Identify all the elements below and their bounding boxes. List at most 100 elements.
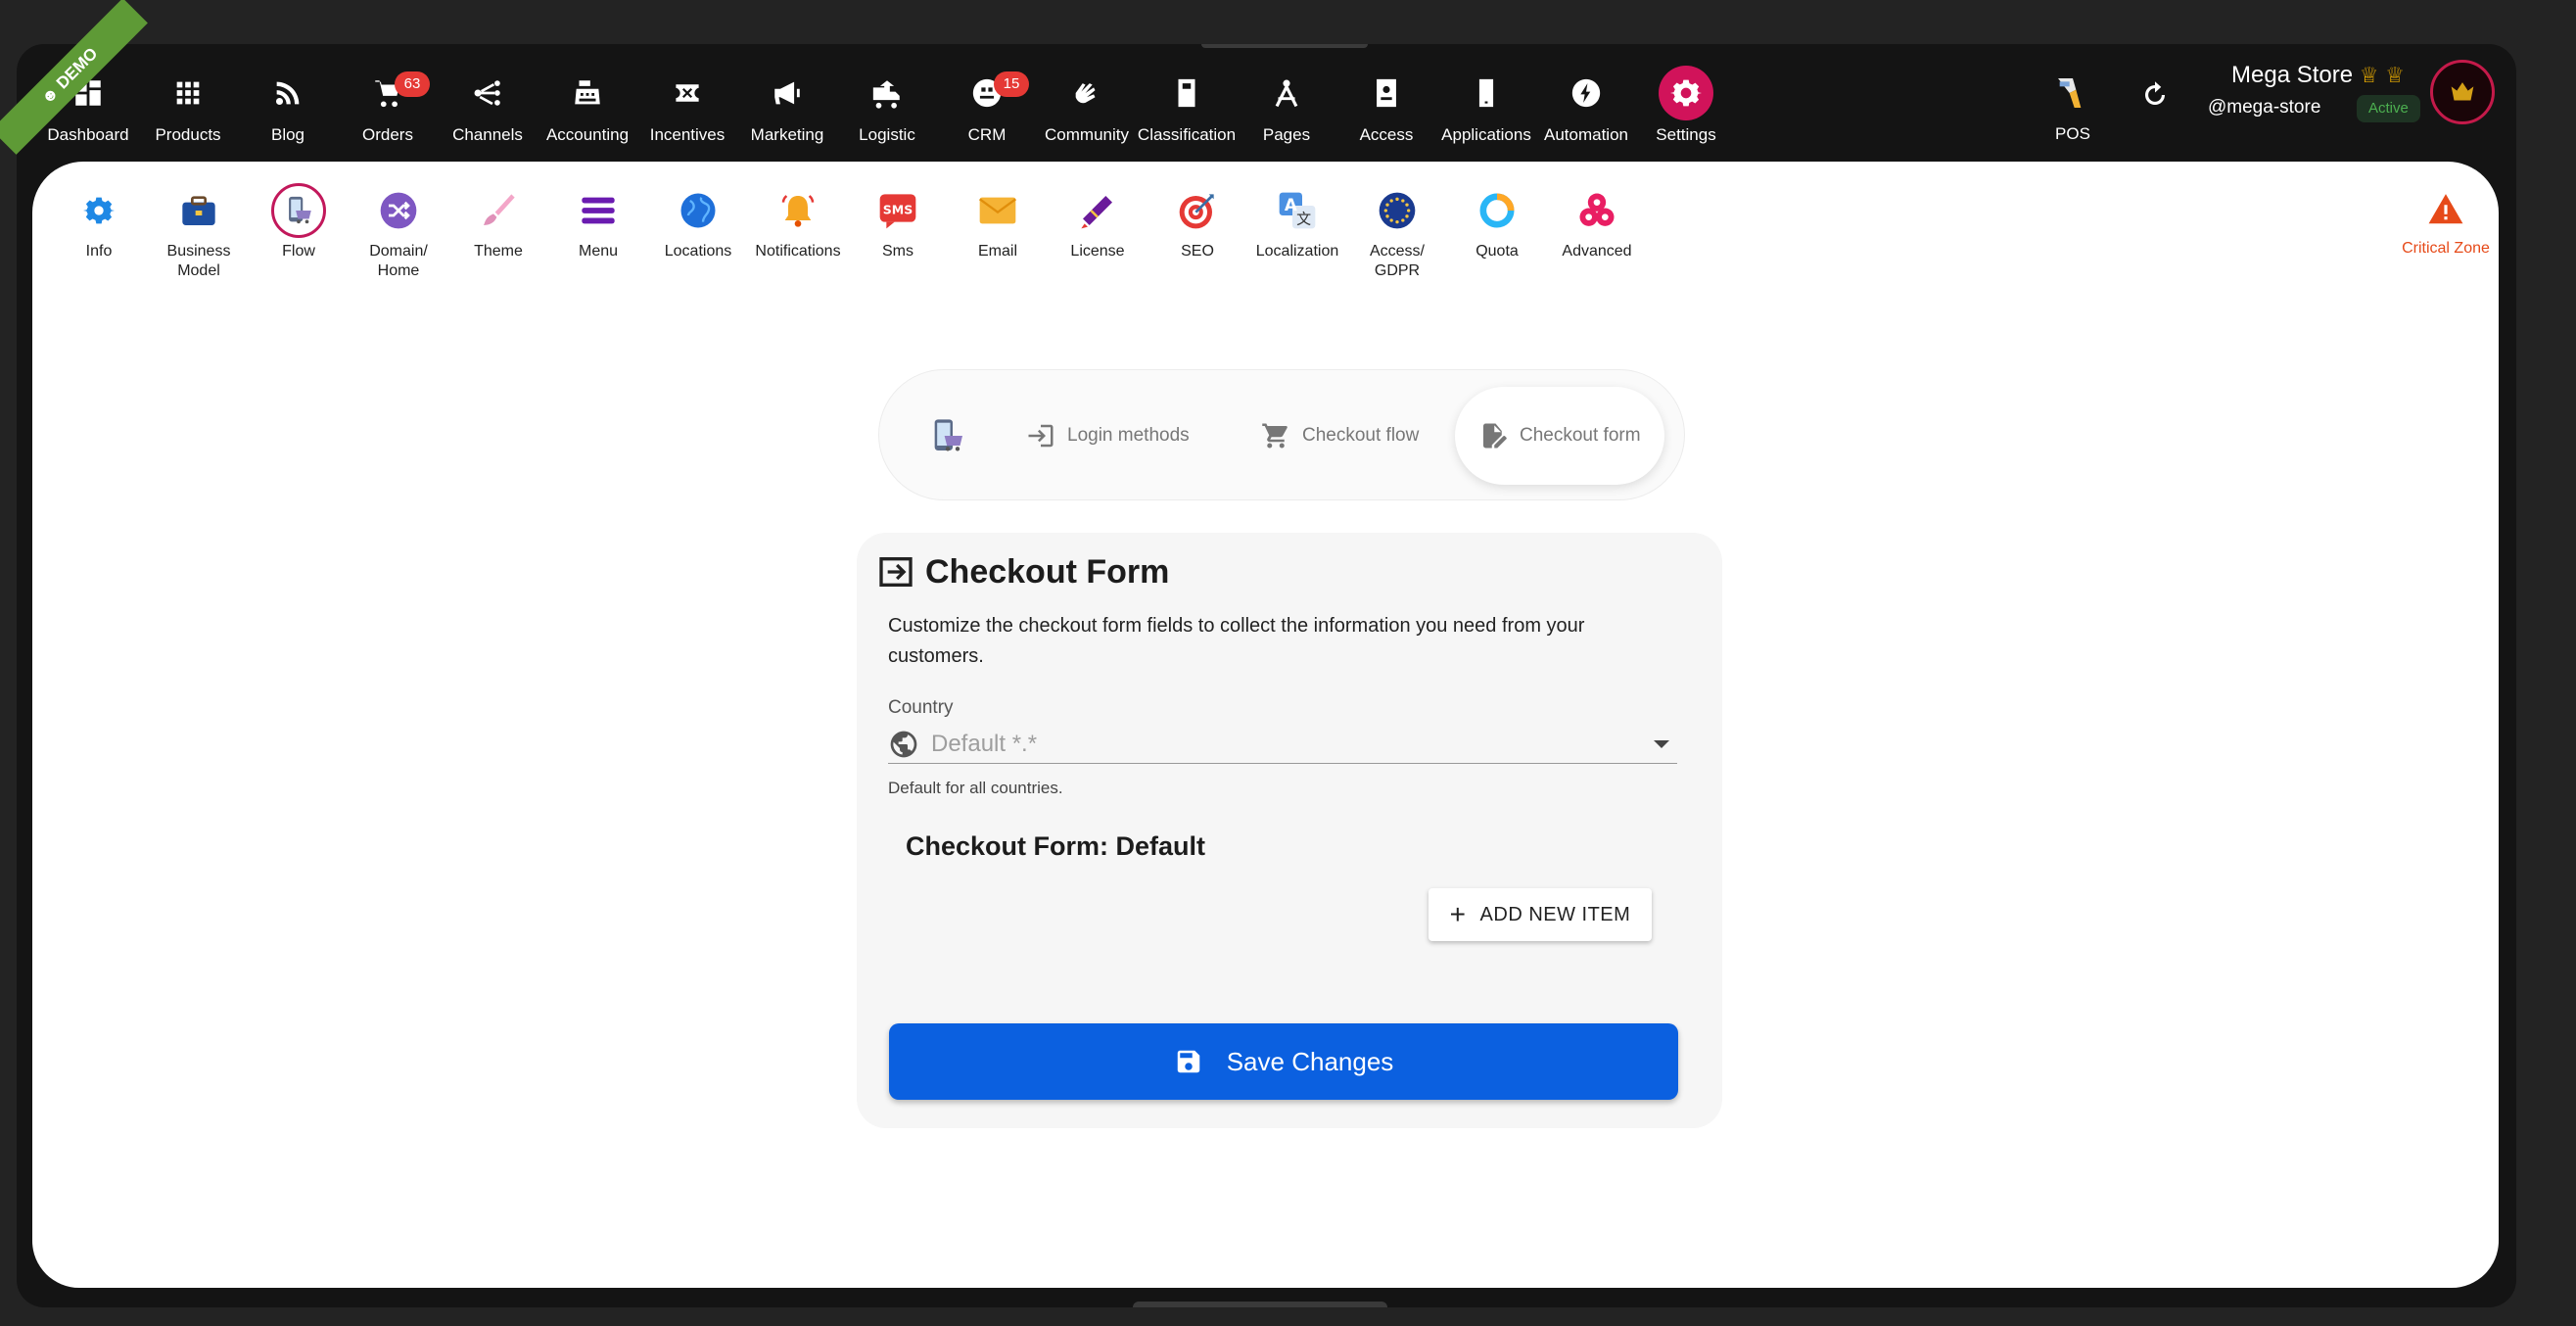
subnav-localization[interactable]: A文 Localization (1247, 189, 1347, 261)
subnav-menu[interactable]: Menu (548, 189, 648, 261)
nav-community[interactable]: Community (1037, 73, 1137, 162)
nav-label: CRM (967, 125, 1007, 144)
subnav-notifications[interactable]: Notifications (748, 189, 848, 261)
store-logo-icon (2451, 82, 2474, 101)
nav-blog[interactable]: Blog (238, 73, 338, 162)
nav-crm[interactable]: CRM 15 (937, 71, 1037, 162)
warning-icon (2428, 194, 2463, 224)
subnav-flow[interactable]: Flow (249, 183, 349, 261)
refresh-icon (2145, 81, 2165, 105)
subnav-email[interactable]: Email (948, 189, 1048, 261)
globe-icon (890, 731, 917, 757)
tab-flow-overview[interactable] (928, 387, 967, 485)
nav-products[interactable]: Products (138, 73, 238, 162)
subnav-label: Email (977, 243, 1017, 260)
subnav-label: License (1070, 243, 1125, 260)
target-icon (1176, 189, 1219, 232)
translate-icon: A文 (1276, 189, 1319, 232)
gears-icon (1575, 189, 1618, 232)
menu-icon (577, 189, 620, 232)
flow-tabs: Login methods Checkout flow Checkout for… (878, 369, 1685, 500)
subnav-license[interactable]: License (1048, 189, 1147, 261)
nav-orders[interactable]: Orders 63 (338, 71, 438, 162)
globe-icon (677, 189, 720, 232)
avatar[interactable] (2430, 60, 2495, 124)
subnav-business-model[interactable]: Business Model (149, 189, 249, 281)
subnav-sms[interactable]: SMS Sms (848, 189, 948, 261)
nav-label: Classification (1137, 125, 1237, 144)
envelope-icon (976, 189, 1019, 232)
subnav-advanced[interactable]: Advanced (1547, 189, 1647, 261)
country-label: Country (888, 697, 954, 718)
top-navigation: Dashboard Products Blog Orders 63 Channe… (17, 44, 2516, 162)
phone-cart-icon (934, 419, 962, 451)
subnav-label: Info (85, 243, 113, 260)
hands-icon (1067, 73, 1106, 113)
nav-incentives[interactable]: Incentives (637, 73, 737, 162)
bell-icon (776, 189, 820, 232)
channels-icon (468, 73, 507, 113)
nav-label: Marketing (750, 125, 824, 144)
grid-icon (168, 73, 208, 113)
nav-logistic[interactable]: Logistic (837, 73, 937, 162)
tab-login-methods[interactable]: Login methods (1026, 387, 1190, 485)
subnav-locations[interactable]: Locations (648, 189, 748, 261)
diploma-icon (1076, 189, 1119, 232)
subnav-label: Theme (474, 243, 523, 260)
nav-channels[interactable]: Channels (438, 73, 538, 162)
subnav-quota[interactable]: Quota (1447, 189, 1547, 261)
nav-settings[interactable]: Settings (1636, 66, 1736, 162)
nav-label: Blog (270, 125, 305, 144)
critical-zone-link[interactable]: Critical Zone (2392, 191, 2499, 258)
card-title: Checkout Form (876, 552, 1169, 592)
subnav-label: SEO (1181, 243, 1214, 260)
tab-checkout-form[interactable]: Checkout form (1455, 387, 1664, 485)
crm-count-badge: 15 (994, 71, 1029, 97)
plus-icon: + (1449, 899, 1467, 929)
subnav-info[interactable]: Info (49, 189, 149, 261)
nav-classification[interactable]: Classification (1137, 73, 1237, 162)
nav-label: Logistic (859, 125, 915, 144)
nav-pos[interactable]: POS (2024, 73, 2122, 144)
nav-label: Orders (362, 125, 413, 144)
tab-label: Checkout flow (1302, 425, 1420, 446)
subnav-label: Menu (578, 243, 619, 260)
nav-applications[interactable]: Applications (1436, 73, 1536, 162)
subnav-label: Domain/ Home (369, 243, 428, 279)
country-placeholder: Default *.* (931, 730, 1038, 757)
refresh-button[interactable] (2131, 71, 2178, 118)
subnav-label: Business Model (166, 243, 231, 279)
truck-icon (867, 73, 907, 113)
pos-label: POS (2055, 124, 2090, 143)
briefcase-icon (177, 189, 220, 232)
phone-cart-icon (271, 183, 326, 238)
subnav-access-gdpr[interactable]: Access/ GDPR (1347, 189, 1447, 281)
subnav-theme[interactable]: Theme (448, 189, 548, 261)
nav-automation[interactable]: Automation (1536, 73, 1636, 162)
tab-checkout-flow[interactable]: Checkout flow (1261, 387, 1419, 485)
shuffle-icon (377, 189, 420, 232)
nav-label: Settings (1656, 125, 1716, 144)
nav-accounting[interactable]: Accounting (538, 73, 637, 162)
subnav-label: Sms (882, 243, 913, 260)
chevron-down-icon (1654, 739, 1669, 748)
login-icon (1028, 424, 1054, 448)
status-badge: Active (2357, 95, 2420, 122)
nav-pages[interactable]: Pages (1237, 73, 1336, 162)
bolt-icon (1567, 73, 1606, 113)
subnav-label: Flow (282, 243, 315, 260)
save-changes-button[interactable]: Save Changes (889, 1023, 1678, 1100)
gear-icon (77, 189, 120, 232)
window-notch (1133, 1302, 1387, 1307)
svg-text:SMS: SMS (883, 202, 913, 216)
megaphone-icon (768, 73, 807, 113)
subnav-label: Advanced (1562, 243, 1632, 260)
floppy-disk-icon (1177, 1050, 1199, 1073)
add-new-item-button[interactable]: + ADD NEW ITEM (1429, 888, 1652, 941)
nav-marketing[interactable]: Marketing (737, 73, 837, 162)
country-select[interactable]: Default *.* (888, 725, 1677, 764)
subnav-domain-home[interactable]: Domain/ Home (349, 189, 448, 281)
subnav-seo[interactable]: SEO (1147, 189, 1247, 261)
phone-icon (1467, 73, 1506, 113)
nav-access[interactable]: Access (1336, 73, 1436, 162)
